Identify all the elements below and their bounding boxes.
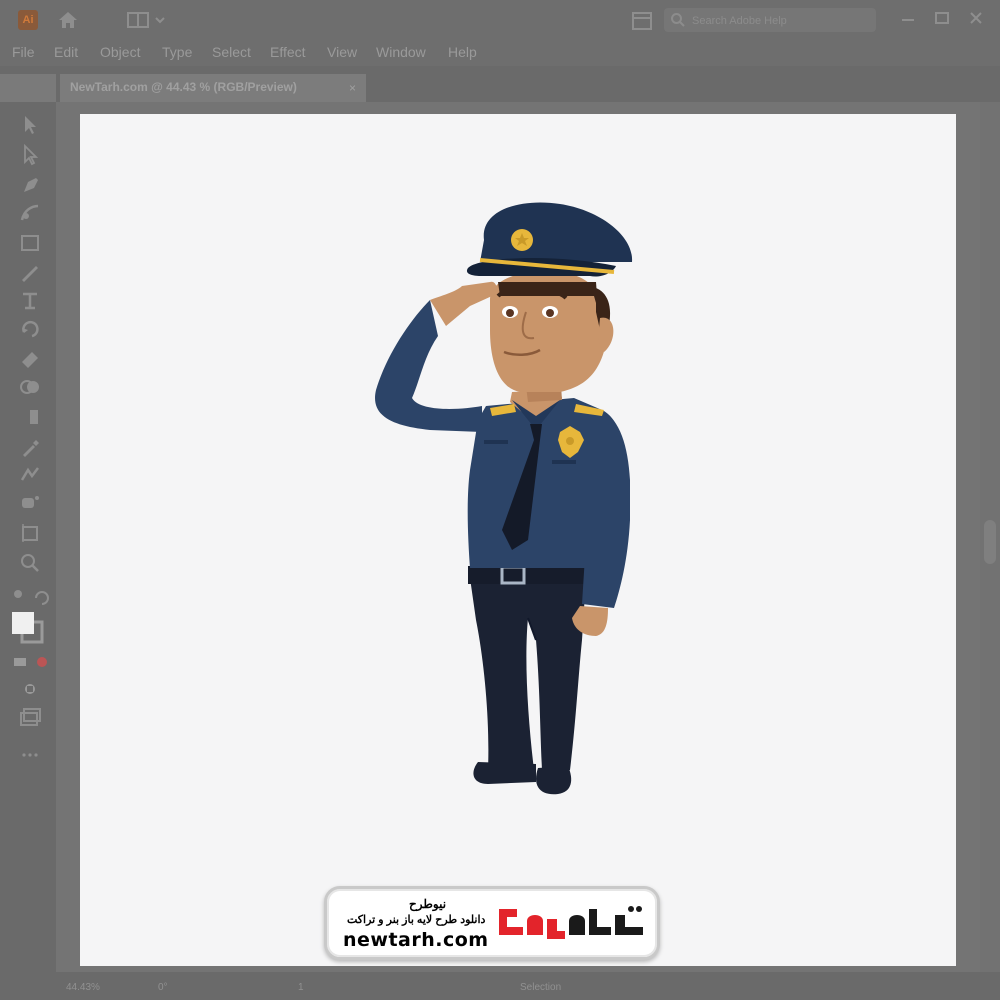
artboard-navigation-field[interactable]: 1	[298, 982, 304, 993]
zoom-level-field[interactable]: 44.43%	[66, 982, 100, 993]
tab-close-icon[interactable]: ×	[349, 81, 356, 95]
app-title-bar: Ai	[0, 0, 1000, 40]
rotation-field[interactable]: 0°	[158, 982, 168, 993]
fill-stroke-swatch-icon[interactable]	[8, 610, 50, 646]
rotate-tool-icon[interactable]	[16, 316, 44, 342]
paintbrush-tool-icon[interactable]	[16, 260, 44, 286]
watermark-brand-text: نیوطرح	[409, 897, 447, 911]
control-panel-strip	[0, 66, 1000, 74]
rectangle-tool-icon[interactable]	[16, 230, 44, 256]
selection-tool-icon[interactable]	[16, 112, 44, 138]
curvature-tool-icon[interactable]	[16, 200, 44, 226]
help-search-input[interactable]	[690, 11, 870, 31]
color-mode-icon[interactable]	[10, 650, 52, 676]
drawing-mode-icon[interactable]	[16, 676, 44, 702]
newtarh-watermark: نیوطرح دانلود طرح لایه باز بنر و تراکت n…	[324, 886, 660, 960]
menu-bar: File Edit Object Type Select Effect View…	[0, 40, 1000, 66]
eyedropper-tool-icon[interactable]	[16, 434, 44, 460]
menu-select[interactable]: Select	[212, 44, 251, 60]
close-icon[interactable]	[964, 6, 988, 30]
direct-selection-tool-icon[interactable]	[16, 142, 44, 168]
artboard[interactable]	[80, 114, 956, 966]
menu-view[interactable]: View	[327, 44, 357, 60]
search-icon	[671, 13, 685, 27]
menu-file[interactable]: File	[12, 44, 35, 60]
zoom-tool-icon[interactable]	[16, 550, 44, 576]
symbol-sprayer-tool-icon[interactable]	[16, 490, 44, 516]
menu-type[interactable]: Type	[162, 44, 192, 60]
restore-icon[interactable]	[930, 6, 954, 30]
menu-object[interactable]: Object	[100, 44, 140, 60]
watermark-tagline: دانلود طرح لایه باز بنر و تراکت	[347, 914, 486, 926]
watermark-site-url: newtarh.com	[343, 929, 489, 951]
newtarh-logo-icon	[499, 906, 643, 939]
status-bar: 44.43% 0° 1 Selection	[0, 972, 1000, 1000]
menu-window[interactable]: Window	[376, 44, 426, 60]
tools-panel	[0, 102, 56, 972]
vertical-scroll-thumb[interactable]	[984, 520, 996, 564]
menu-edit[interactable]: Edit	[54, 44, 78, 60]
shape-builder-tool-icon[interactable]	[16, 374, 44, 400]
document-tab-bar: NewTarh.com @ 44.43 % (RGB/Preview) ×	[56, 74, 1000, 102]
workspace-switcher-icon[interactable]	[126, 10, 166, 30]
gradient-tool-icon[interactable]	[16, 404, 44, 430]
document-tab[interactable]: NewTarh.com @ 44.43 % (RGB/Preview) ×	[60, 74, 366, 102]
minimize-icon[interactable]	[896, 6, 920, 30]
document-tab-title: NewTarh.com @ 44.43 % (RGB/Preview)	[70, 80, 297, 94]
default-colors-icon[interactable]	[10, 584, 52, 610]
current-tool-label: Selection	[520, 982, 562, 993]
arrange-documents-icon[interactable]	[630, 10, 654, 32]
eraser-tool-icon[interactable]	[16, 346, 44, 372]
menu-help[interactable]: Help	[448, 44, 477, 60]
blend-tool-icon[interactable]	[16, 462, 44, 488]
type-tool-icon[interactable]	[16, 288, 44, 314]
more-tools-icon[interactable]	[16, 742, 44, 768]
home-icon[interactable]	[56, 8, 80, 32]
illustrator-logo-icon: Ai	[18, 10, 38, 30]
menu-effect[interactable]: Effect	[270, 44, 306, 60]
help-search-box[interactable]	[664, 8, 876, 32]
screen-mode-icon[interactable]	[16, 704, 44, 730]
pen-tool-icon[interactable]	[16, 172, 44, 198]
artboard-tool-icon[interactable]	[16, 520, 44, 546]
